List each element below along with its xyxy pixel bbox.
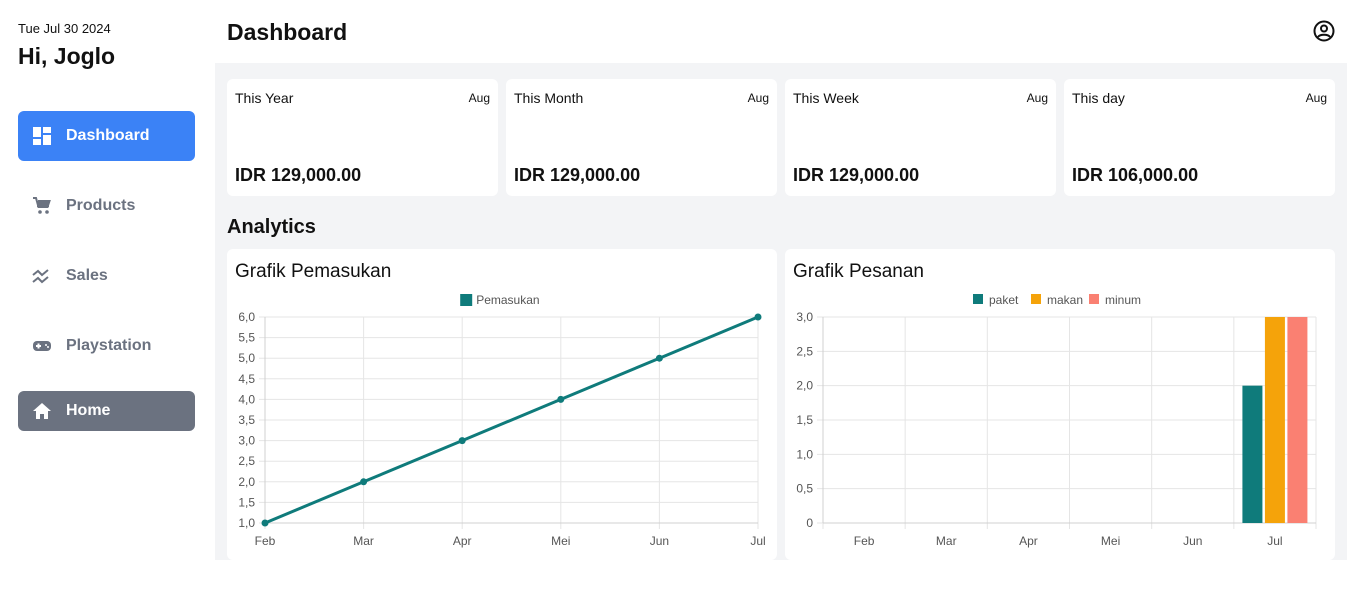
greeting: Hi, Joglo	[18, 43, 116, 69]
sidebar-item-dashboard[interactable]: Dashboard	[18, 111, 195, 161]
y-tick-label: 6,0	[238, 310, 255, 324]
x-tick-label: Mar	[353, 534, 374, 548]
analytics-heading: Analytics	[227, 216, 316, 238]
y-tick-label: 3,0	[796, 310, 813, 324]
x-tick-label: Feb	[255, 534, 276, 548]
card-label: This Month	[514, 90, 584, 106]
card-period: Aug	[468, 91, 490, 105]
x-tick-label: Jun	[1183, 534, 1202, 548]
income-line-chart: Pemasukan 1,0 1,5 2,0 2,5 3,0 3,5 4,0 4,5 5,0 5,5 6…	[238, 293, 765, 548]
y-tick-label: 2,0	[796, 379, 813, 393]
bar	[1264, 317, 1285, 523]
x-tick-label: Jul	[750, 534, 765, 548]
legend-swatch	[1089, 294, 1099, 304]
y-tick-label: 1,0	[796, 447, 813, 461]
card-amount: IDR 129,000.00	[793, 165, 920, 185]
sidebar: Tue Jul 30 2024 Hi, Joglo Dashboard Prod…	[0, 0, 215, 596]
y-tick-label: 3,5	[238, 413, 255, 427]
y-tick-label: 4,5	[238, 372, 255, 386]
x-tick-label: Jun	[650, 534, 669, 548]
page-title: Dashboard	[227, 19, 348, 45]
data-point	[655, 354, 663, 362]
sidebar-item-label: Playstation	[66, 337, 152, 354]
sidebar-item-sales[interactable]: Sales	[18, 251, 195, 301]
x-tick-label: Feb	[854, 534, 875, 548]
y-tick-label: 2,5	[238, 454, 255, 468]
current-date: Tue Jul 30 2024	[18, 21, 111, 36]
y-tick-label: 1,5	[238, 495, 255, 509]
legend-swatch	[1031, 294, 1041, 304]
stat-card-year: This Year Aug IDR 129,000.00	[227, 79, 498, 196]
cart-icon	[32, 196, 52, 216]
sidebar-item-label: Products	[66, 197, 136, 214]
sidebar-item-label: Dashboard	[66, 127, 150, 144]
y-tick-label: 5,0	[238, 351, 255, 365]
y-tick-label: 4,0	[238, 392, 255, 406]
x-tick-label: Mei	[1101, 534, 1120, 548]
card-period: Aug	[1305, 91, 1327, 105]
data-point	[261, 519, 269, 527]
card-label: This Week	[793, 90, 859, 106]
dashboard-icon	[32, 126, 52, 146]
orders-chart-panel: Grafik Pesanan paket makan minum 0 0,5 1,0 1,5…	[785, 249, 1335, 560]
legend-label: Pemasukan	[476, 293, 539, 307]
card-amount: IDR 106,000.00	[1072, 165, 1199, 185]
chart-icon	[32, 266, 52, 286]
y-tick-label: 1,0	[238, 516, 255, 530]
card-amount: IDR 129,000.00	[235, 165, 362, 185]
sidebar-item-playstation[interactable]: Playstation	[18, 321, 195, 371]
bar	[1287, 317, 1308, 523]
user-account-icon[interactable]	[1313, 20, 1335, 42]
top-header: Dashboard	[215, 0, 1347, 63]
x-tick-label: Apr	[453, 534, 472, 548]
sidebar-item-label: Sales	[66, 267, 108, 284]
stat-card-week: This Week Aug IDR 129,000.00	[785, 79, 1056, 196]
stat-card-month: This Month Aug IDR 129,000.00	[506, 79, 777, 196]
y-tick-label: 2,0	[238, 475, 255, 489]
y-tick-label: 3,0	[238, 434, 255, 448]
card-label: This Year	[235, 90, 294, 106]
y-tick-label: 0,5	[796, 482, 813, 496]
x-tick-label: Mei	[551, 534, 570, 548]
stat-card-day: This day Aug IDR 106,000.00	[1064, 79, 1335, 196]
y-tick-label: 0	[806, 516, 813, 530]
card-label: This day	[1072, 90, 1125, 106]
legend-label: makan	[1047, 293, 1083, 307]
home-icon	[32, 401, 52, 421]
card-period: Aug	[1026, 91, 1048, 105]
sidebar-item-home[interactable]: Home	[18, 391, 195, 431]
gamepad-icon	[32, 336, 52, 356]
sidebar-item-products[interactable]: Products	[18, 181, 195, 231]
data-point	[360, 478, 368, 486]
legend-swatch	[973, 294, 983, 304]
data-point	[754, 313, 762, 321]
x-tick-label: Mar	[936, 534, 957, 548]
legend-swatch	[460, 294, 473, 306]
x-tick-label: Apr	[1019, 534, 1038, 548]
orders-bar-chart: paket makan minum 0 0,5 1,0 1,5 2,0 2,5 3,0 Feb Mar…	[796, 293, 1317, 548]
y-tick-label: 5,5	[238, 331, 255, 345]
legend-label: paket	[989, 293, 1019, 307]
card-period: Aug	[747, 91, 769, 105]
income-chart-panel: Grafik Pemasukan Pemasukan 1,0 1,5 2,0 2,5 3,…	[227, 249, 777, 560]
x-tick-label: Jul	[1267, 534, 1282, 548]
data-point	[458, 437, 466, 445]
sidebar-item-label: Home	[66, 402, 111, 419]
data-point	[557, 395, 565, 403]
legend-label: minum	[1105, 293, 1141, 307]
bar	[1242, 385, 1263, 523]
main-content: This Year Aug IDR 129,000.00 This Month …	[215, 63, 1347, 560]
y-tick-label: 2,5	[796, 344, 813, 358]
y-tick-label: 1,5	[796, 413, 813, 427]
card-amount: IDR 129,000.00	[514, 165, 641, 185]
